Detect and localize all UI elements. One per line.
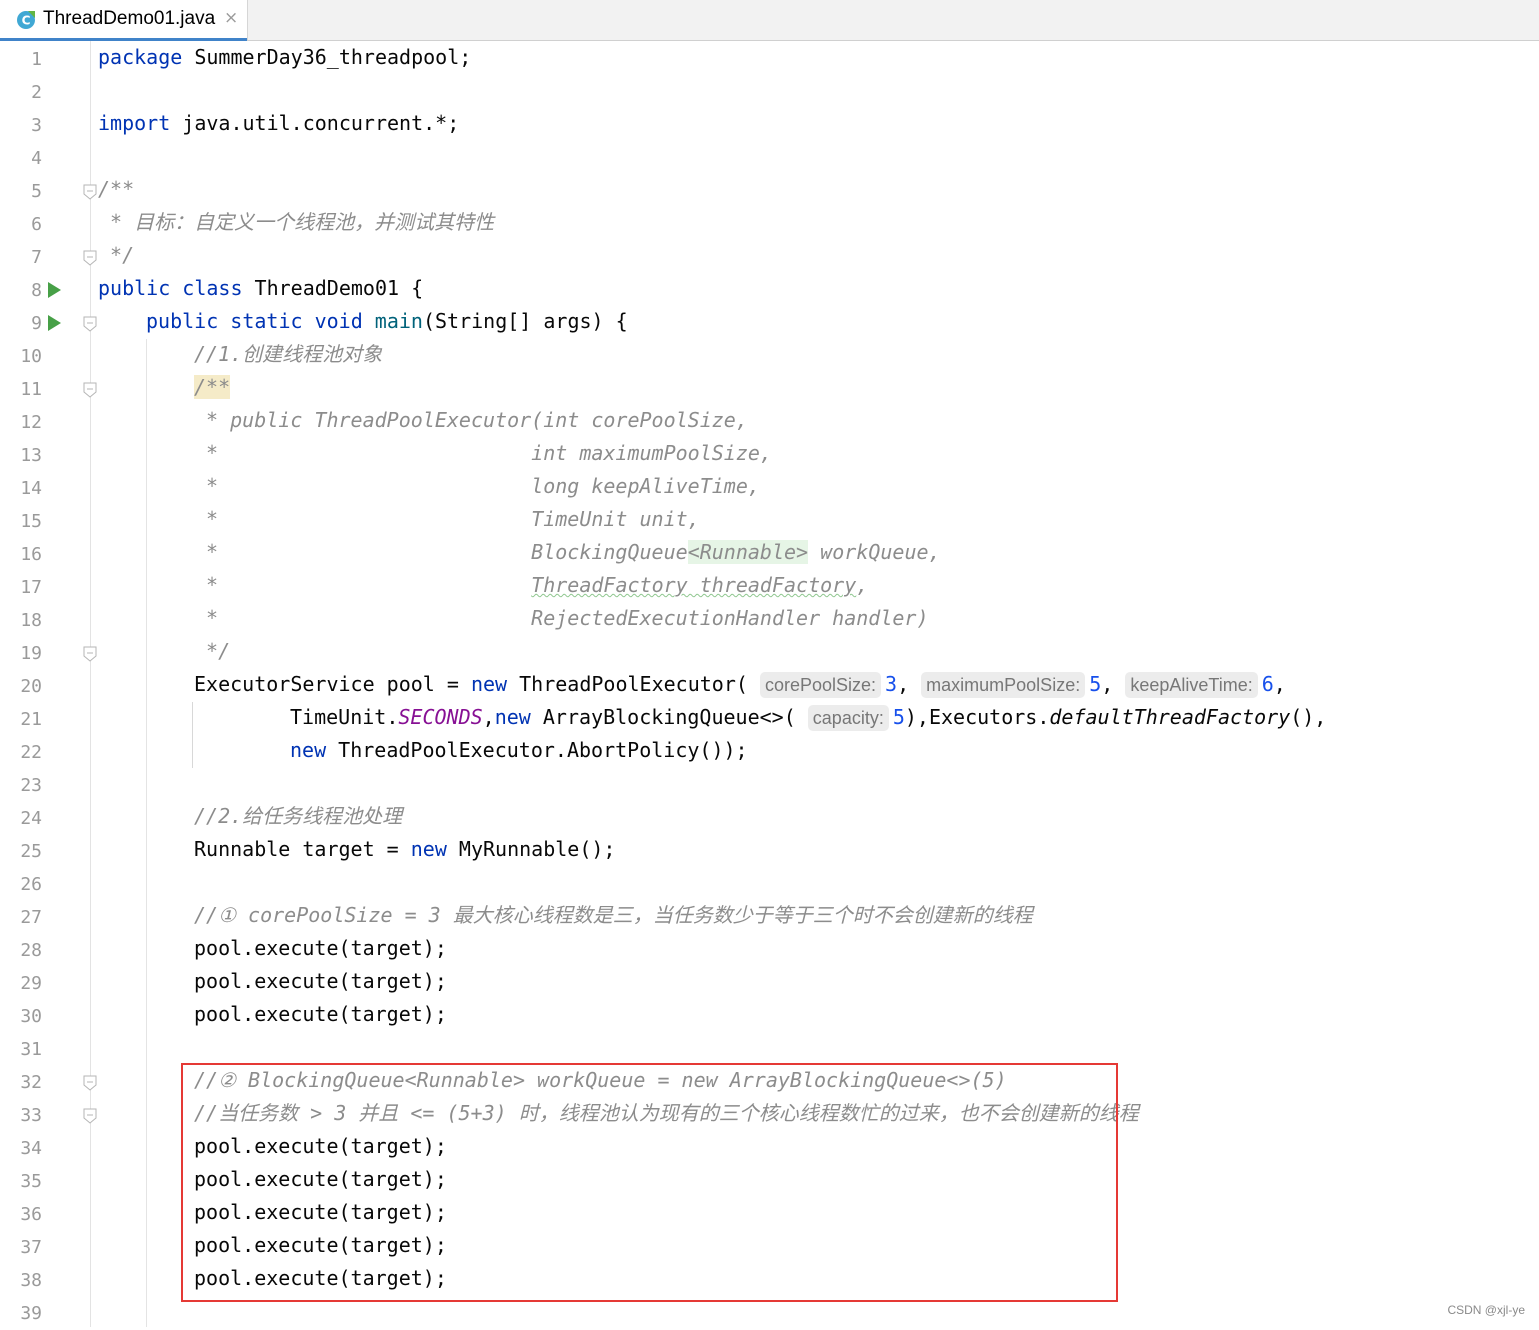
code-line-30: pool.execute(target);	[194, 1002, 447, 1026]
line-number: 37	[20, 1237, 42, 1258]
line-number: 26	[20, 874, 42, 895]
line-number: 8	[31, 280, 42, 301]
code-line-9: public static void main(String[] args) {	[146, 309, 628, 333]
code-line-11: /**	[194, 375, 231, 399]
line-number: 35	[20, 1171, 42, 1192]
line-number: 38	[20, 1270, 42, 1291]
line-number: 4	[31, 148, 42, 169]
line-number: 3	[31, 115, 42, 136]
line-number: 27	[20, 907, 42, 928]
run-icon[interactable]	[48, 315, 61, 331]
line-number: 29	[20, 973, 42, 994]
code-line-3: import java.util.concurrent.*;	[98, 111, 460, 135]
code-line-13: * int maximumPoolSize,	[194, 441, 772, 465]
line-number: 39	[20, 1303, 42, 1324]
line-number: 22	[20, 742, 42, 763]
run-icon[interactable]	[48, 282, 61, 298]
line-number: 7	[31, 247, 42, 268]
java-class-icon: C	[17, 11, 35, 29]
code-line-1: package SummerDay36_threadpool;	[98, 45, 472, 69]
line-number: 36	[20, 1204, 42, 1225]
code-line-16: * BlockingQueue<Runnable> workQueue,	[194, 540, 941, 564]
line-number: 16	[20, 544, 42, 565]
fold-icon[interactable]	[83, 1108, 97, 1124]
param-hint: maximumPoolSize:	[921, 672, 1086, 698]
highlight-box	[181, 1063, 1118, 1302]
line-number: 21	[20, 709, 42, 730]
line-number: 2	[31, 82, 42, 103]
code-line-21: TimeUnit.SECONDS,new ArrayBlockingQueue<…	[290, 705, 1327, 731]
fold-icon[interactable]	[83, 250, 97, 266]
fold-icon[interactable]	[83, 646, 97, 662]
code-line-17: * ThreadFactory threadFactory,	[194, 573, 869, 597]
code-line-27: //① corePoolSize = 3 最大核心线程数是三，当任务数少于等于三…	[194, 903, 1033, 927]
line-number: 9	[31, 313, 42, 334]
code-line-12: * public ThreadPoolExecutor(int corePool…	[194, 408, 748, 432]
line-number: 12	[20, 412, 42, 433]
line-number: 10	[20, 346, 42, 367]
line-number: 31	[20, 1039, 42, 1060]
code-line-14: * long keepAliveTime,	[194, 474, 760, 498]
editor-gutter: 1 2 3 4 5 6 7 8 9 10 11 12 13 14 15 16 17 18 19 20 21 22 23 24 2…	[0, 41, 97, 1327]
fold-icon[interactable]	[83, 184, 97, 200]
line-number: 24	[20, 808, 42, 829]
code-line-6: * 目标：自定义一个线程池，并测试其特性	[98, 210, 495, 234]
code-line-8: public class ThreadDemo01 {	[98, 276, 424, 300]
line-number: 15	[20, 511, 42, 532]
code-line-20: ExecutorService pool = new ThreadPoolExe…	[194, 672, 1286, 698]
fold-icon[interactable]	[83, 382, 97, 398]
line-number: 23	[20, 775, 42, 796]
code-line-10: //1.创建线程池对象	[194, 342, 383, 366]
line-number: 28	[20, 940, 42, 961]
svg-text:C: C	[22, 14, 31, 28]
indent-guide	[192, 702, 193, 768]
code-line-7: */	[98, 243, 135, 267]
line-number: 17	[20, 577, 42, 598]
editor-tab-bar: C ThreadDemo01.java ×	[0, 0, 1539, 41]
fold-icon[interactable]	[83, 1075, 97, 1091]
line-number: 34	[20, 1138, 42, 1159]
line-number: 25	[20, 841, 42, 862]
close-icon[interactable]: ×	[224, 8, 238, 28]
line-number: 30	[20, 1006, 42, 1027]
code-line-24: //2.给任务线程池处理	[194, 804, 403, 828]
code-line-5: /**	[98, 177, 135, 201]
param-hint: capacity:	[807, 705, 889, 731]
code-line-29: pool.execute(target);	[194, 969, 447, 993]
watermark: CSDN @xjl-ye	[1447, 1303, 1525, 1317]
tab-label: ThreadDemo01.java	[43, 8, 216, 29]
line-number: 11	[20, 379, 42, 400]
line-number: 33	[20, 1105, 42, 1126]
param-hint: corePoolSize:	[759, 672, 882, 698]
line-number: 20	[20, 676, 42, 697]
code-line-15: * TimeUnit unit,	[194, 507, 700, 531]
line-number: 5	[31, 181, 42, 202]
code-line-25: Runnable target = new MyRunnable();	[194, 837, 616, 861]
code-line-22: new ThreadPoolExecutor.AbortPolicy());	[290, 738, 748, 762]
param-hint: keepAliveTime:	[1125, 672, 1258, 698]
line-number: 32	[20, 1072, 42, 1093]
line-number: 13	[20, 445, 42, 466]
line-number: 6	[31, 214, 42, 235]
line-number: 18	[20, 610, 42, 631]
tab-threaddemo01[interactable]: C ThreadDemo01.java ×	[0, 0, 248, 41]
fold-icon[interactable]	[83, 316, 97, 332]
indent-guide	[146, 339, 147, 1327]
code-line-19: */	[194, 639, 231, 663]
code-line-18: * RejectedExecutionHandler handler)	[194, 606, 929, 630]
code-line-28: pool.execute(target);	[194, 936, 447, 960]
line-number: 14	[20, 478, 42, 499]
line-number: 19	[20, 643, 42, 664]
line-number: 1	[31, 49, 42, 70]
